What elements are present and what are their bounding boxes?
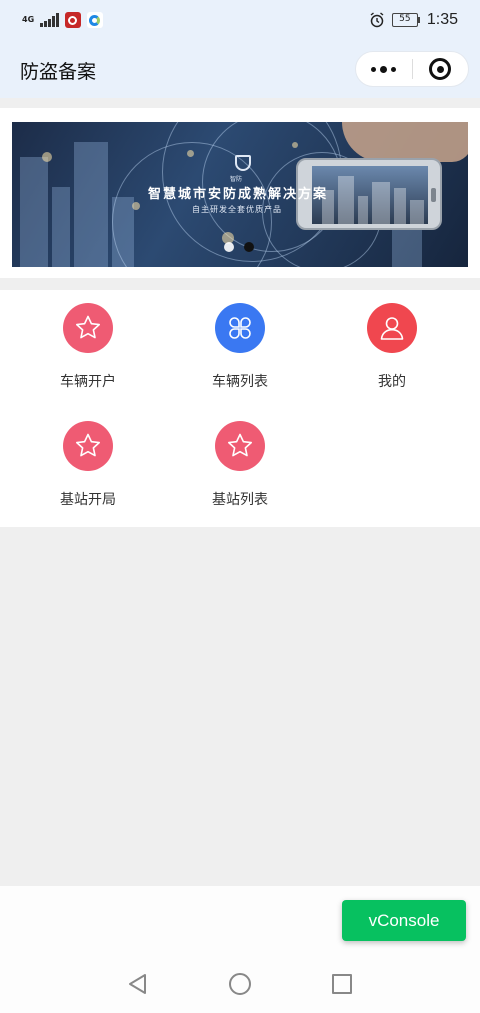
- battery-icon: 55: [391, 13, 420, 27]
- status-bar: 4G 55 1:35: [0, 0, 480, 40]
- more-dot-icon: [371, 66, 377, 72]
- back-icon[interactable]: [127, 973, 149, 995]
- grid-item-label: 我的: [378, 374, 406, 390]
- grid-item-vehicle-register[interactable]: 车辆开户: [8, 290, 168, 400]
- star-icon: [63, 421, 113, 471]
- more-dot-icon: [391, 66, 397, 72]
- close-miniprogram-button[interactable]: [412, 52, 468, 86]
- carousel-dot-active[interactable]: [244, 242, 254, 252]
- vconsole-button[interactable]: vConsole: [342, 900, 466, 941]
- more-dot-icon: [380, 65, 388, 73]
- recent-apps-icon[interactable]: [332, 974, 352, 994]
- grid-item-mine[interactable]: 我的: [312, 290, 472, 400]
- grid-item-station-list[interactable]: 基站列表: [160, 408, 320, 518]
- grid-item-label: 车辆开户: [60, 374, 116, 390]
- notification-app-icon: [64, 12, 81, 28]
- shield-logo-icon: [235, 155, 251, 171]
- function-grid: 车辆开户 车辆列表 我的 基站开局 基站列表: [0, 290, 480, 527]
- banner-carousel[interactable]: 智防 智慧城市安防成熟解决方案 自主研发全套优质产品: [12, 122, 468, 267]
- banner-logo-text: 智防: [230, 176, 243, 183]
- banner-subtitle: 自主研发全套优质产品: [192, 205, 282, 214]
- battery-level: 55: [391, 13, 418, 27]
- user-icon: [367, 303, 417, 353]
- alarm-icon: [370, 12, 384, 28]
- banner-title: 智慧城市安防成熟解决方案: [148, 187, 329, 202]
- grid-item-label: 基站开局: [60, 492, 116, 508]
- grid-item-station-setup[interactable]: 基站开局: [8, 408, 168, 518]
- nav-bar: 防盗备案: [0, 40, 480, 98]
- star-icon: [63, 303, 113, 353]
- notification-app-icon-2: [86, 12, 103, 28]
- grid-item-label: 车辆列表: [212, 374, 268, 390]
- network-type: 4G: [22, 15, 35, 24]
- carousel-indicator: [224, 242, 254, 252]
- target-icon: [429, 58, 452, 80]
- clock: 1:35: [426, 11, 458, 28]
- hand-image: [342, 122, 468, 162]
- banner-section: 智防 智慧城市安防成熟解决方案 自主研发全套优质产品: [0, 108, 480, 278]
- home-icon[interactable]: [229, 973, 251, 995]
- system-navigation-bar: [0, 955, 480, 1013]
- grid-item-vehicle-list[interactable]: 车辆列表: [160, 290, 320, 400]
- clover-icon: [215, 303, 265, 353]
- page-title: 防盗备案: [20, 61, 97, 83]
- more-button[interactable]: [356, 52, 412, 86]
- carousel-dot[interactable]: [224, 242, 234, 252]
- grid-item-label: 基站列表: [212, 492, 268, 508]
- signal-icon: [40, 13, 59, 27]
- capsule-menu: [355, 51, 469, 87]
- star-icon: [215, 421, 265, 471]
